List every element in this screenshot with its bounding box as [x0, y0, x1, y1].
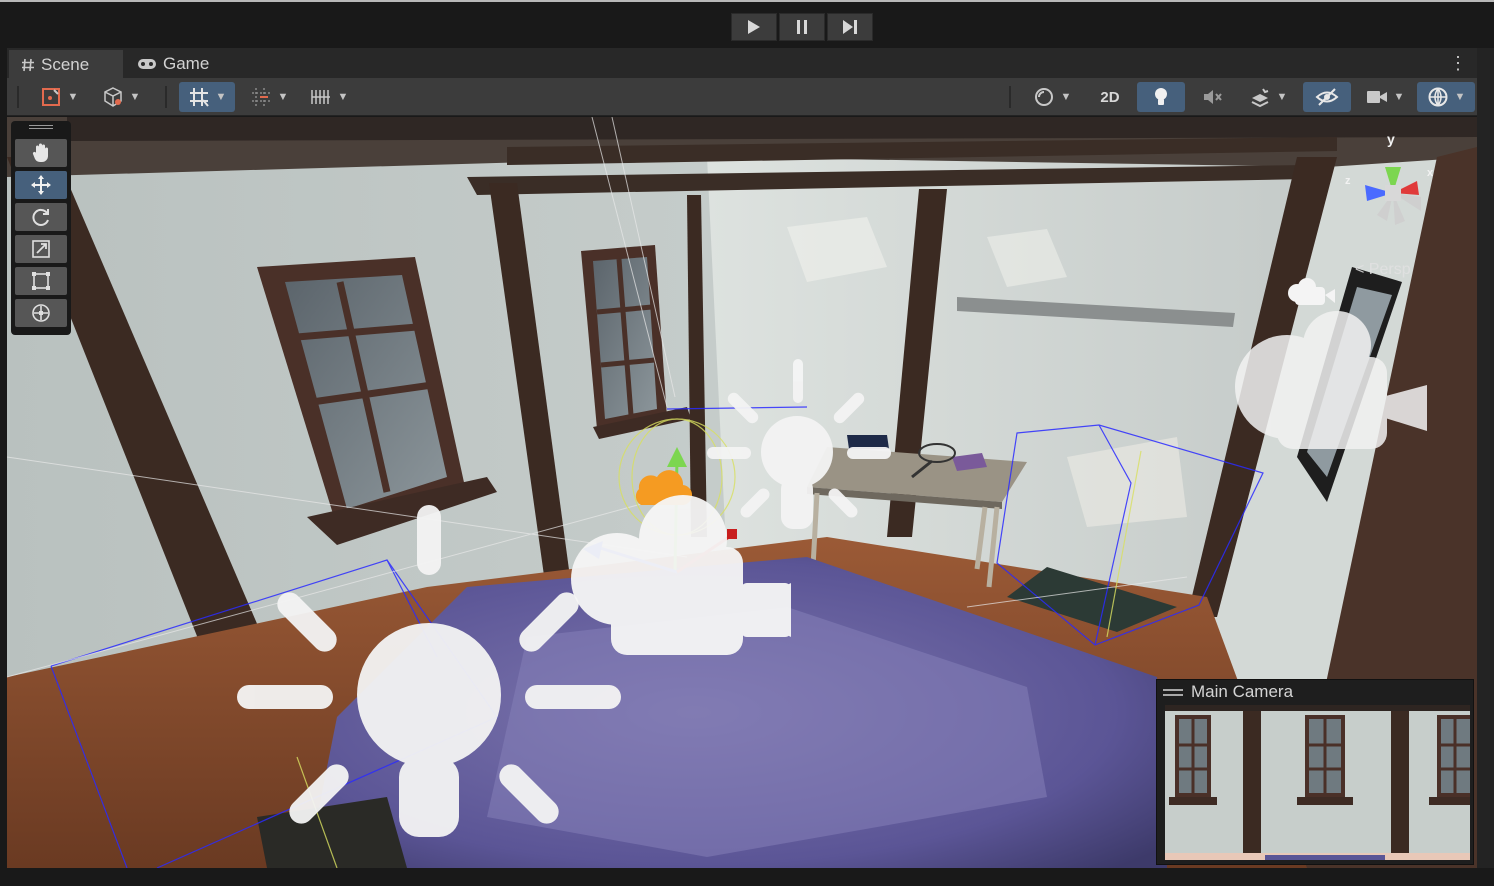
- more-options-icon[interactable]: ⋮: [1449, 54, 1467, 72]
- scene-toolbar: ▼ ▼ ▼ ▼ ▼ ▼ 2D ▼ ▼ ▼: [7, 78, 1487, 116]
- tab-game[interactable]: Game: [125, 50, 229, 78]
- camera-preview-header[interactable]: Main Camera: [1157, 680, 1473, 704]
- eye-hidden-icon: [1315, 88, 1339, 106]
- scale-icon: [32, 240, 50, 258]
- step-button[interactable]: [827, 13, 873, 41]
- gizmos-dropdown[interactable]: ▼: [1417, 82, 1475, 112]
- draw-mode-dropdown[interactable]: ▼: [31, 82, 87, 112]
- move-tool-button[interactable]: [15, 171, 67, 199]
- grid-icon: [189, 88, 209, 107]
- palette-grip[interactable]: [15, 125, 67, 133]
- play-toolbar: [0, 0, 1494, 48]
- tab-scene[interactable]: Scene: [9, 50, 123, 78]
- toolbar-grip: [17, 86, 19, 108]
- step-icon: [843, 20, 857, 34]
- rect-tool-button[interactable]: [15, 267, 67, 295]
- rect-transform-icon: [32, 272, 50, 290]
- draw-mode-icon: [41, 88, 60, 106]
- audio-toggle[interactable]: [1189, 82, 1235, 112]
- scene-visibility-toggle[interactable]: [1303, 82, 1351, 112]
- gizmo-x-label: x: [1427, 167, 1434, 179]
- gizmo-y-label: y: [1387, 131, 1395, 147]
- chevron-down-icon: ▼: [1060, 91, 1072, 103]
- tab-game-label: Game: [163, 54, 210, 73]
- gamepad-icon: [138, 59, 156, 69]
- axis-gizmo-icon: [1365, 167, 1421, 225]
- projection-label[interactable]: < Persp: [1355, 261, 1411, 279]
- tab-scene-label: Scene: [41, 55, 90, 74]
- camera-preview-image: [1165, 705, 1470, 860]
- rotate-tool-button[interactable]: [15, 203, 67, 231]
- cube-icon: [103, 87, 122, 107]
- chevron-down-icon: ▼: [215, 91, 227, 103]
- orientation-gizmo[interactable]: y x z: [1343, 131, 1453, 271]
- pause-icon: [797, 20, 807, 34]
- camera-preview-overlay[interactable]: Main Camera: [1156, 679, 1474, 865]
- play-controls: [731, 13, 873, 41]
- layers-icon: [1251, 88, 1268, 108]
- drag-handle-icon: [1163, 688, 1183, 696]
- video-camera-icon: [1366, 91, 1387, 103]
- chevron-down-icon: ▼: [129, 91, 141, 103]
- camera-preview-title: Main Camera: [1191, 682, 1294, 701]
- hand-icon: [32, 143, 48, 162]
- ruler-icon: [310, 90, 330, 104]
- transform-tool-button[interactable]: [15, 299, 67, 327]
- chevron-down-icon: ▼: [1454, 91, 1466, 103]
- hand-tool-button[interactable]: [15, 139, 67, 167]
- chevron-down-icon: ▼: [1393, 91, 1405, 103]
- sphere-icon: [1034, 88, 1053, 106]
- lighting-toggle[interactable]: [1137, 82, 1185, 112]
- move-icon: [31, 175, 51, 195]
- grid-snap-toggle[interactable]: ▼: [179, 82, 235, 112]
- increment-snap-dropdown[interactable]: ▼: [303, 82, 355, 112]
- chevron-down-icon: ▼: [337, 91, 349, 103]
- toolbar-separator: [1009, 86, 1011, 108]
- hash-icon: [22, 58, 34, 72]
- side-panel-edge: [1477, 48, 1494, 868]
- chevron-down-icon: ▼: [277, 91, 289, 103]
- play-button[interactable]: [731, 13, 777, 41]
- effects-dropdown[interactable]: ▼: [1239, 82, 1297, 112]
- lightbulb-icon: [1155, 88, 1167, 105]
- render-mode-dropdown[interactable]: ▼: [1023, 82, 1081, 112]
- scale-tool-button[interactable]: [15, 235, 67, 263]
- pause-button[interactable]: [779, 13, 825, 41]
- bottom-panel-edge: [0, 868, 1494, 886]
- transform-icon: [32, 304, 50, 322]
- chevron-down-icon: ▼: [1276, 91, 1288, 103]
- toolbar-separator: [165, 86, 167, 108]
- scene-viewport[interactable]: y x z < Persp Main Camera: [7, 117, 1477, 868]
- unity-editor: Scene Game ⋮ ▼ ▼ ▼ ▼ ▼ ▼ 2D ▼ ▼ ▼ y x z …: [0, 0, 1494, 886]
- view-tab-bar: Scene Game ⋮: [7, 48, 1487, 78]
- chevron-down-icon: ▼: [67, 91, 79, 103]
- shading-dropdown[interactable]: ▼: [93, 82, 149, 112]
- snap-grid-icon: [251, 88, 270, 106]
- tool-palette: [11, 121, 71, 335]
- mode-2d-label: 2D: [1100, 88, 1120, 106]
- gizmo-z-label: z: [1345, 175, 1351, 187]
- play-icon: [748, 20, 760, 34]
- mode-2d-toggle[interactable]: 2D: [1087, 82, 1133, 112]
- rotate-icon: [32, 208, 49, 226]
- globe-icon: [1428, 87, 1448, 107]
- snap-increment-dropdown[interactable]: ▼: [241, 82, 297, 112]
- mute-icon: [1204, 90, 1222, 104]
- scene-camera-dropdown[interactable]: ▼: [1357, 82, 1413, 112]
